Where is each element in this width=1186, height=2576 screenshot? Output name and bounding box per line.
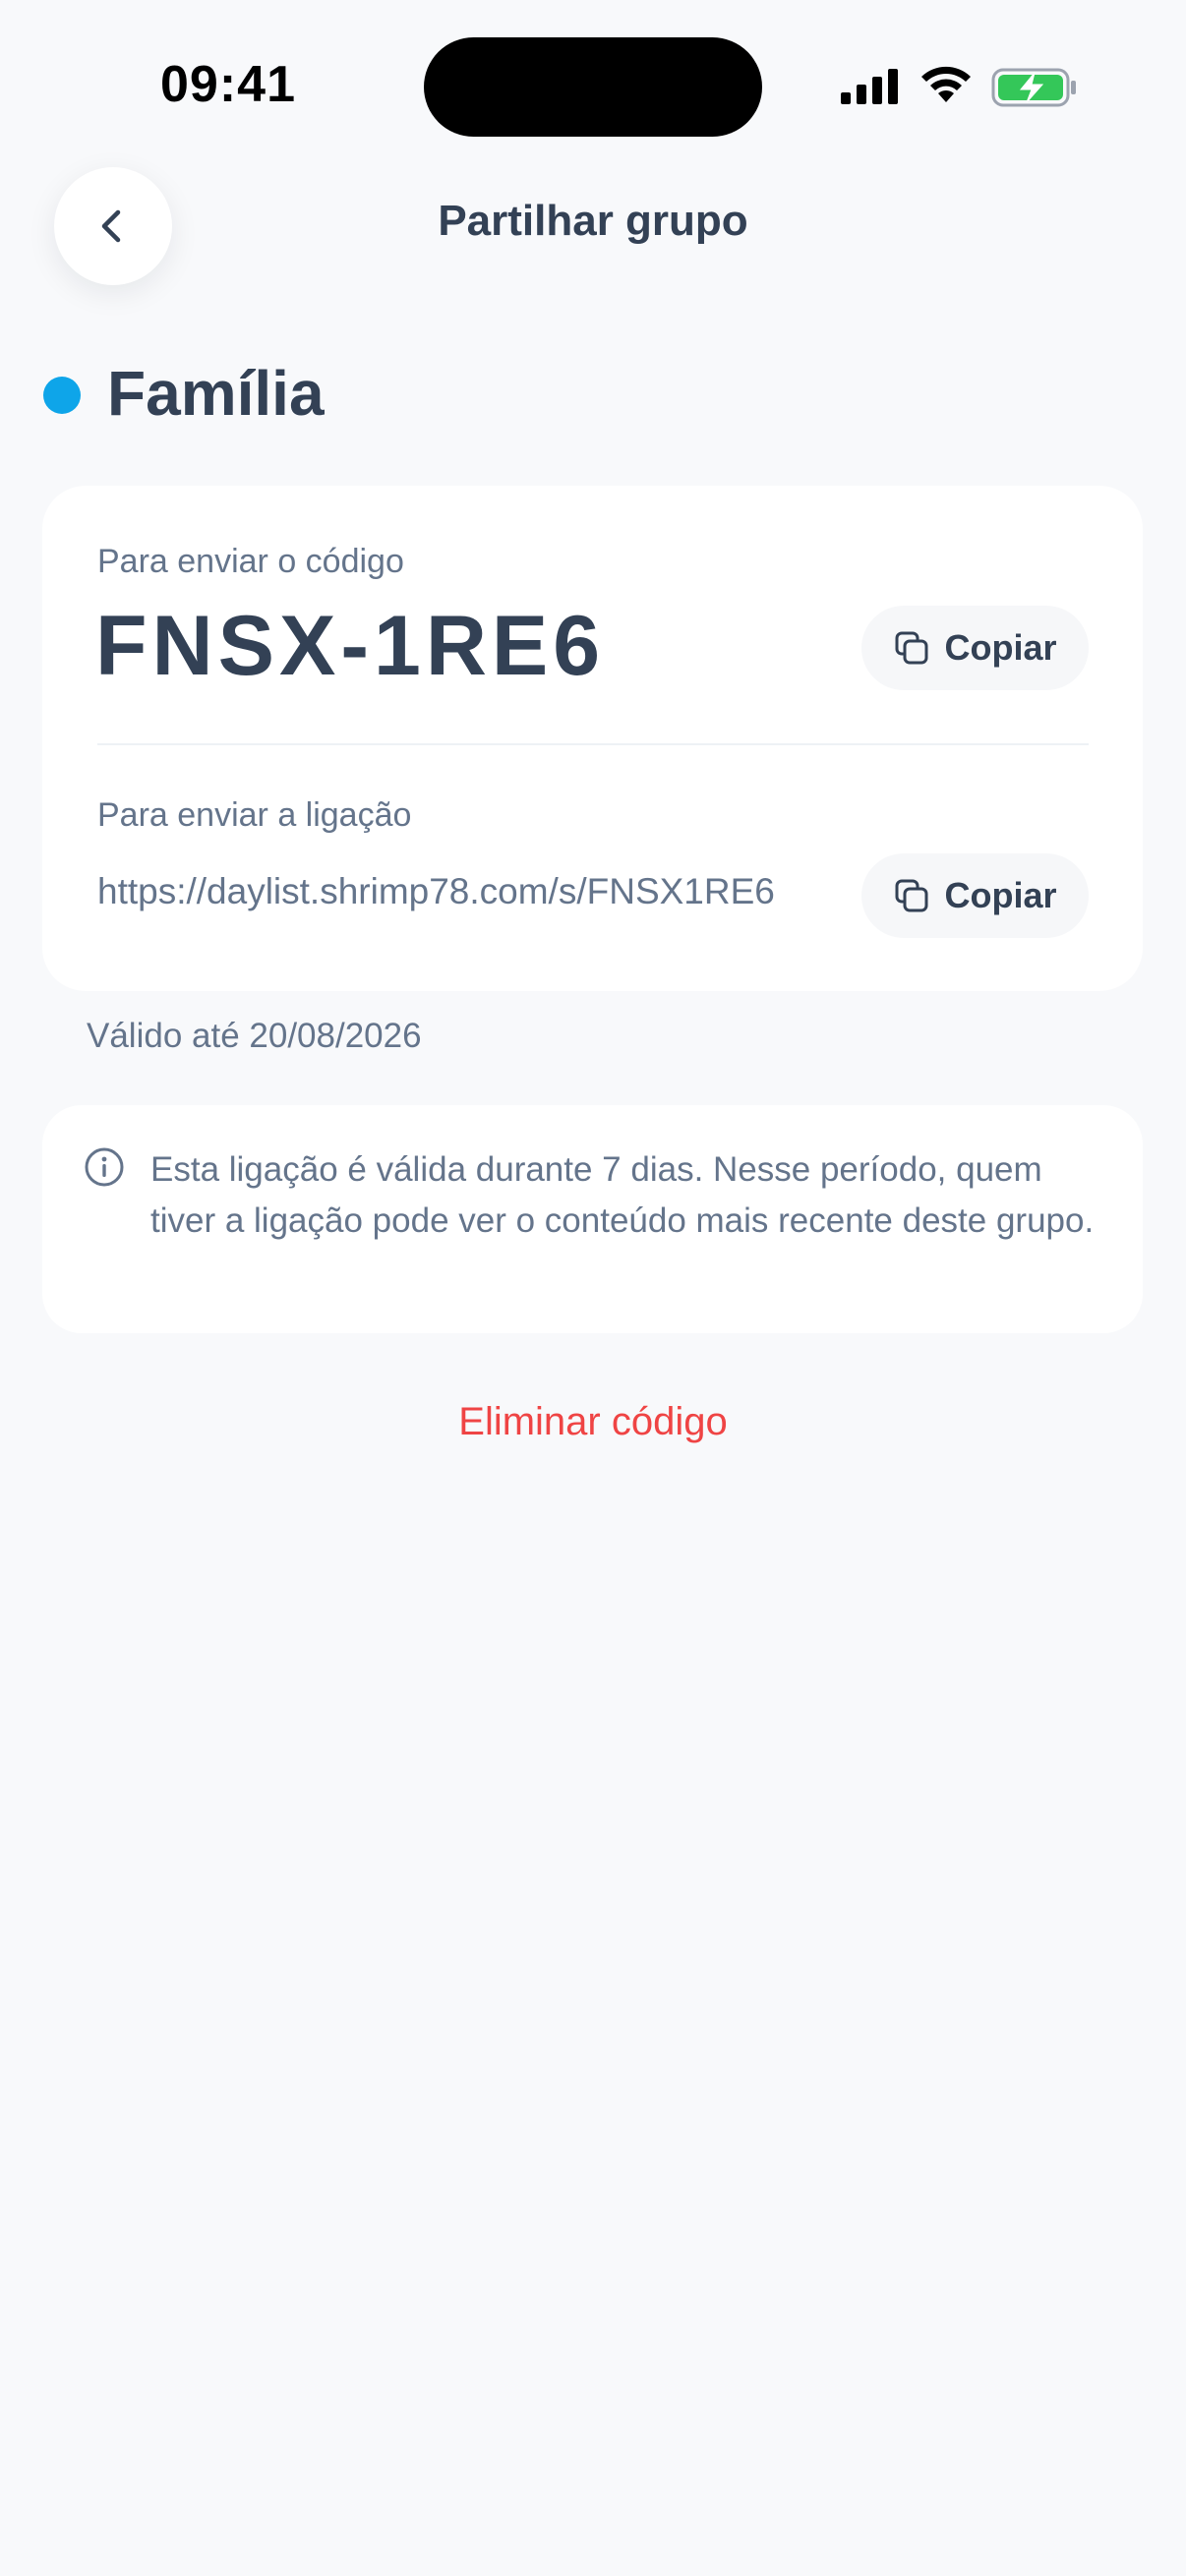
link-label: Para enviar a ligação bbox=[97, 796, 412, 834]
share-code: FNSX-1RE6 bbox=[95, 599, 606, 693]
copy-icon bbox=[895, 631, 928, 665]
battery-charging-icon bbox=[991, 68, 1076, 107]
group-name: Família bbox=[107, 358, 325, 429]
status-bar: 09:41 bbox=[0, 0, 1186, 147]
copy-code-label: Copiar bbox=[944, 627, 1057, 668]
cellular-signal-icon bbox=[841, 69, 898, 104]
share-card: Para enviar o código FNSX-1RE6 Copiar Pa… bbox=[42, 486, 1143, 991]
delete-code-button[interactable]: Eliminar código bbox=[0, 1400, 1186, 1444]
status-time: 09:41 bbox=[160, 56, 296, 113]
copy-icon bbox=[895, 879, 928, 912]
group-color-dot bbox=[43, 377, 81, 414]
valid-until-text: Válido até 20/08/2026 bbox=[87, 1017, 422, 1055]
share-group-screen: 09:41 Partilhar grupo Família Para envia… bbox=[0, 0, 1186, 2576]
copy-link-label: Copiar bbox=[944, 875, 1057, 915]
share-link: https://daylist.shrimp78.com/s/FNSX1RE6 bbox=[97, 871, 775, 911]
page-title: Partilhar grupo bbox=[438, 197, 748, 245]
info-box: Esta ligação é válida durante 7 dias. Ne… bbox=[42, 1105, 1143, 1333]
divider bbox=[97, 743, 1089, 745]
wifi-icon bbox=[921, 66, 971, 102]
info-text: Esta ligação é válida durante 7 dias. Ne… bbox=[150, 1150, 1095, 1240]
copy-link-button[interactable]: Copiar bbox=[861, 853, 1089, 938]
copy-code-button[interactable]: Copiar bbox=[861, 606, 1089, 690]
dynamic-island bbox=[424, 37, 762, 137]
code-label: Para enviar o código bbox=[97, 543, 404, 580]
info-icon bbox=[85, 1147, 124, 1187]
